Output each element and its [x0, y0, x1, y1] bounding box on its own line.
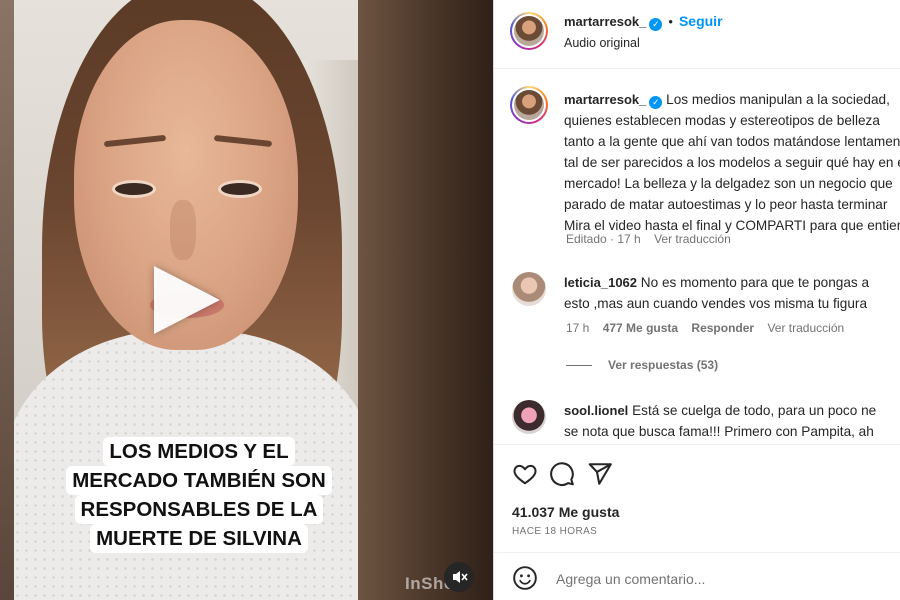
caption-username[interactable]: martarresok_ — [564, 92, 646, 107]
comment-likes[interactable]: 477 Me gusta — [603, 321, 678, 335]
reel-video-player[interactable]: LOS MEDIOS Y EL MERCADO TAMBIÉN SON RESP… — [0, 0, 493, 600]
comment-text: esto ,mas aun cuando vendes vos misma tu… — [564, 296, 867, 311]
post-caption: martarresok_ ✓ Los medios manipulan a la … — [564, 89, 900, 236]
caption-line: Los medios manipulan a la sociedad, — [666, 92, 890, 107]
left-eyebrow — [103, 134, 167, 148]
comment-box-divider — [494, 552, 900, 553]
likes-count[interactable]: 41.037 Me gusta — [512, 504, 619, 520]
author-username[interactable]: martarresok_ — [564, 14, 646, 29]
comment-input[interactable] — [554, 564, 888, 594]
actions-divider — [494, 444, 900, 445]
commenter-username[interactable]: leticia_1062 — [564, 275, 637, 290]
caption-author-avatar[interactable] — [510, 86, 548, 124]
post-header: martarresok_ ✓ • Seguir — [564, 13, 723, 31]
verified-badge-icon: ✓ — [649, 18, 663, 31]
instagram-post-view: LOS MEDIOS Y EL MERCADO TAMBIÉN SON RESP… — [0, 0, 900, 600]
caption-line: quienes establecen modas y estereotipos … — [564, 113, 880, 128]
post-time-ago: HACE 18 HORAS — [512, 526, 598, 537]
video-blur-right — [358, 0, 493, 600]
view-replies-label: Ver respuestas (53) — [608, 358, 719, 372]
author-avatar[interactable] — [510, 12, 548, 50]
reply-button[interactable]: Responder — [691, 321, 754, 335]
caption-line: LOS MEDIOS Y EL — [103, 437, 295, 466]
caption-line: mercado! La belleza y la delgadez son un… — [564, 176, 893, 191]
video-caption: LOS MEDIOS Y EL MERCADO TAMBIÉN SON RESP… — [54, 437, 344, 553]
caption-line: parado de matar autoestimas y lo peor ha… — [564, 197, 888, 212]
commenter-avatar[interactable] — [512, 272, 546, 306]
verified-badge-icon: ✓ — [649, 96, 663, 109]
caption-meta: Editado · 17 h Ver traducción — [566, 232, 731, 246]
caption-line: MERCADO TAMBIÉN SON — [66, 466, 332, 495]
caption-first-line: martarresok_ ✓ Los medios manipulan a la … — [564, 89, 900, 110]
right-eye — [218, 180, 262, 198]
left-eye — [112, 180, 156, 198]
separator-dot: • — [668, 14, 673, 29]
view-replies-button[interactable]: Ver respuestas (53) — [566, 358, 718, 372]
comment-item: leticia_1062 No es momento para que te p… — [564, 272, 869, 314]
caption-line: tal de ser parecidos a los modelos a seg… — [564, 155, 900, 170]
comment-translate-link[interactable]: Ver traducción — [767, 321, 844, 335]
commenter-avatar[interactable] — [512, 400, 546, 434]
audio-label[interactable]: Audio original — [564, 36, 640, 50]
comment-text: se nota que busca fama!!! Primero con Pa… — [564, 424, 874, 439]
header-divider — [494, 68, 900, 69]
replies-line — [566, 365, 592, 367]
commenter-username[interactable]: sool.lionel — [564, 403, 628, 418]
comment-meta: 17 h 477 Me gusta Responder Ver traducci… — [566, 321, 844, 335]
share-icon[interactable] — [587, 461, 613, 487]
follow-button[interactable]: Seguir — [679, 13, 723, 29]
caption-line: MUERTE DE SILVINA — [90, 524, 308, 553]
play-icon[interactable] — [154, 266, 220, 334]
post-details-panel: martarresok_ ✓ • Seguir Audio original mart… — [493, 0, 900, 600]
comment-text: No es momento para que te pongas a — [640, 275, 870, 290]
comment-text: Está se cuelga de todo, para un poco ne — [632, 403, 877, 418]
caption-line: RESPONSABLES DE LA — [74, 495, 324, 524]
caption-line: tanto a la gente que ahí van todos matán… — [564, 134, 900, 149]
muted-speaker-icon[interactable] — [444, 562, 474, 592]
video-blur-left — [0, 0, 14, 600]
edited-timestamp: Editado · 17 h — [566, 232, 641, 246]
comment-item: sool.lionel Está se cuelga de todo, para… — [564, 400, 876, 442]
heart-icon[interactable] — [512, 461, 538, 487]
comment-icon[interactable] — [549, 461, 575, 487]
caption-translate-link[interactable]: Ver traducción — [654, 232, 731, 246]
emoji-icon[interactable] — [512, 565, 538, 591]
right-eyebrow — [213, 134, 273, 148]
comment-time: 17 h — [566, 321, 590, 335]
nose — [170, 200, 196, 260]
